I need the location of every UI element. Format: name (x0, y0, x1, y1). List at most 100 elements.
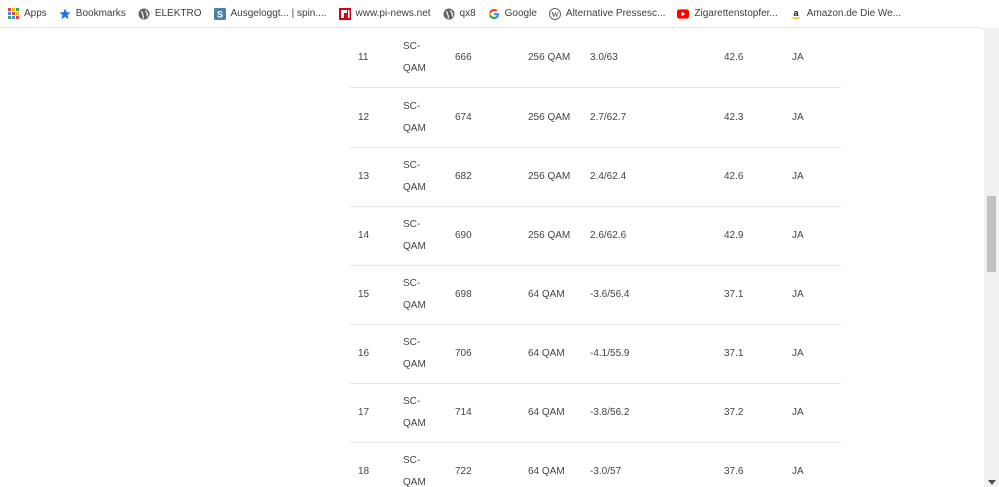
channel-type: SC- QAM (403, 450, 443, 487)
modulation: 256 QAM (528, 52, 571, 63)
snr: 37.1 (724, 289, 744, 300)
table-row: 15 SC- QAM 698 64 QAM -3.6/56.4 37.1 JA (350, 265, 841, 325)
scroll-down-arrow-icon[interactable] (988, 480, 996, 485)
channel-id: 15 (358, 289, 370, 300)
channel-type: SC- QAM (403, 96, 443, 140)
snr: 37.1 (724, 348, 744, 359)
globe-icon (443, 8, 455, 20)
globe-icon (138, 8, 150, 20)
snr: 42.3 (724, 112, 744, 123)
channel-type: SC- QAM (403, 214, 443, 258)
channel-type: SC- QAM (403, 36, 443, 80)
bookmark-amazon[interactable]: a Amazon.de Die We... (790, 0, 902, 27)
table-row: 17 SC- QAM 714 64 QAM -3.8/56.2 37.2 JA (350, 383, 841, 443)
bookmark-label: Apps (24, 8, 47, 19)
frequency: 682 (455, 171, 472, 182)
channel-type-line1: SC- (403, 396, 421, 407)
wordpress-icon: W (548, 7, 561, 20)
bookmark-label: Google (504, 8, 537, 19)
channel-type-line2: QAM (403, 241, 426, 252)
bookmark-label: Alternative Pressesc... (565, 8, 666, 19)
bookmark-pi-news[interactable]: www.pi-news.net (338, 0, 431, 27)
channel-type-line2: QAM (403, 418, 426, 429)
power-level: 2.4/62.4 (590, 171, 627, 182)
snr: 42.6 (724, 52, 744, 63)
channel-id: 12 (358, 112, 370, 123)
lock-status: JA (792, 171, 804, 182)
bookmarks-bar-edge (980, 0, 999, 29)
svg-text:W: W (551, 9, 559, 18)
apps-grid-icon (7, 8, 19, 20)
channel-type-line2: QAM (403, 477, 426, 487)
bookmarks-bar: Apps Bookmarks ELEKTRO S Ausgeloggt... |… (0, 0, 980, 28)
channel-type: SC- QAM (403, 273, 443, 317)
lock-status: JA (792, 52, 804, 63)
frequency: 714 (455, 407, 472, 418)
lock-status: JA (792, 407, 804, 418)
channel-type-line1: SC- (403, 41, 421, 52)
bookmark-zigarettenstopfer[interactable]: Zigarettenstopfer... (677, 0, 778, 27)
power-level: 2.6/62.6 (590, 230, 627, 241)
bookmark-label: Amazon.de Die We... (806, 8, 902, 19)
bookmark-label: Zigarettenstopfer... (694, 8, 778, 19)
channel-type-line2: QAM (403, 123, 426, 134)
channel-type-line2: QAM (403, 182, 426, 193)
channel-type-line1: SC- (403, 160, 421, 171)
channel-type-line1: SC- (403, 455, 421, 466)
power-level: -3.8/56.2 (590, 407, 630, 418)
channel-type: SC- QAM (403, 391, 443, 435)
bookmark-qx8[interactable]: qx8 (443, 0, 476, 27)
google-icon (488, 8, 500, 20)
table-row: 16 SC- QAM 706 64 QAM -4.1/55.9 37.1 JA (350, 324, 841, 384)
channel-type-line1: SC- (403, 278, 421, 289)
table-row: 13 SC- QAM 682 256 QAM 2.4/62.4 42.6 JA (350, 147, 841, 207)
channel-id: 17 (358, 407, 370, 418)
channel-id: 13 (358, 171, 370, 182)
vertical-scrollbar[interactable] (984, 28, 999, 487)
table-row: 18 SC- QAM 722 64 QAM -3.0/57 37.6 JA (350, 442, 841, 487)
bookmark-google[interactable]: Google (488, 0, 537, 27)
frequency: 706 (455, 348, 472, 359)
snr: 42.6 (724, 171, 744, 182)
bookmark-elektro[interactable]: ELEKTRO (138, 0, 202, 27)
svg-text:S: S (216, 9, 222, 19)
channel-type: SC- QAM (403, 332, 443, 376)
svg-text:a: a (793, 8, 799, 18)
scrollbar-thumb[interactable] (987, 196, 996, 272)
bookmark-label: Ausgeloggt... | spin.... (230, 8, 327, 19)
frequency: 674 (455, 112, 472, 123)
page-content: 11 SC- QAM 666 256 QAM 3.0/63 42.6 JA 12 … (0, 28, 984, 487)
table-row: 12 SC- QAM 674 256 QAM 2.7/62.7 42.3 JA (350, 88, 841, 148)
lock-status: JA (792, 112, 804, 123)
lock-status: JA (792, 466, 804, 477)
channel-type-line2: QAM (403, 63, 426, 74)
frequency: 722 (455, 466, 472, 477)
snr: 37.2 (724, 407, 744, 418)
channel-type-line1: SC- (403, 219, 421, 230)
modulation: 256 QAM (528, 112, 571, 123)
channel-id: 16 (358, 348, 370, 359)
modulation: 64 QAM (528, 466, 565, 477)
bookmark-spin[interactable]: S Ausgeloggt... | spin.... (213, 0, 327, 27)
s-site-icon: S (213, 7, 226, 20)
table-row: 11 SC- QAM 666 256 QAM 3.0/63 42.6 JA (350, 28, 841, 88)
table-row: 14 SC- QAM 690 256 QAM 2.6/62.6 42.9 JA (350, 206, 841, 266)
modulation: 64 QAM (528, 407, 565, 418)
channel-type-line1: SC- (403, 101, 421, 112)
channel-type: SC- QAM (403, 155, 443, 199)
power-level: -3.6/56.4 (590, 289, 630, 300)
modulation: 64 QAM (528, 348, 565, 359)
bookmark-alternative-pressesc[interactable]: W Alternative Pressesc... (548, 0, 666, 27)
channel-type-line1: SC- (403, 337, 421, 348)
power-level: -3.0/57 (590, 466, 622, 477)
lock-status: JA (792, 348, 804, 359)
modulation: 256 QAM (528, 171, 571, 182)
bookmark-apps[interactable]: Apps (7, 0, 47, 27)
frequency: 690 (455, 230, 472, 241)
frequency: 666 (455, 52, 472, 63)
modulation: 64 QAM (528, 289, 565, 300)
bookmark-label: Bookmarks (75, 8, 126, 19)
channel-id: 18 (358, 466, 370, 477)
bookmark-bookmarks[interactable]: Bookmarks (59, 0, 126, 27)
snr: 37.6 (724, 466, 744, 477)
